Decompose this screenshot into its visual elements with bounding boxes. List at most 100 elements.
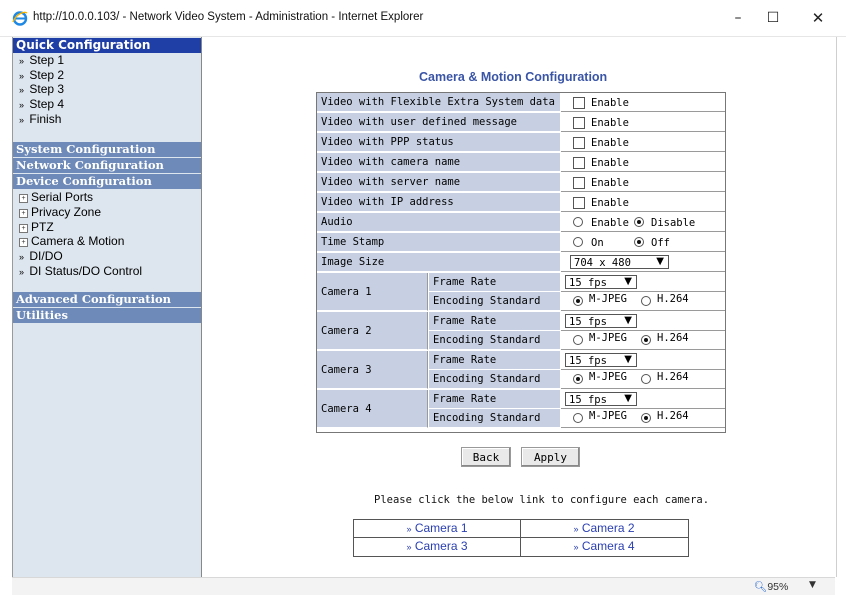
encoding-standard-label: Encoding Standard <box>429 331 560 350</box>
enable-checkbox[interactable] <box>573 157 585 169</box>
row-value: Enable <box>561 173 725 192</box>
enable-checkbox[interactable] <box>573 177 585 189</box>
select-value: 15 fps <box>569 277 607 289</box>
row-label: Video with camera name <box>317 153 560 172</box>
radio-label: H.264 <box>657 371 689 383</box>
audio-enable-radio[interactable] <box>573 217 583 227</box>
camera-4-mjpeg-radio[interactable] <box>573 413 583 423</box>
checkbox-label: Enable <box>591 157 629 169</box>
checkbox-label: Enable <box>591 137 629 149</box>
enable-checkbox[interactable] <box>573 197 585 209</box>
double-chevron-right-icon: » <box>19 115 25 125</box>
frame-rate-label: Frame Rate <box>429 390 560 409</box>
camera-4-frame-rate-select[interactable]: 15 fps ▼ <box>565 392 637 406</box>
sidebar-item-di-status-do-control[interactable]: » DI Status/DO Control <box>19 264 142 279</box>
camera-4-h264-radio[interactable] <box>641 413 651 423</box>
camera-3-mjpeg-radio[interactable] <box>573 374 583 384</box>
minimize-button[interactable]: – <box>725 6 751 30</box>
row-value: 15 fps ▼ <box>561 390 725 409</box>
select-value: 704 x 480 <box>574 257 631 269</box>
row-value: Enable <box>561 153 725 172</box>
radio-label: H.264 <box>657 410 689 422</box>
sidebar-header-device-configuration[interactable]: Device Configuration <box>13 174 201 189</box>
radio-label: Off <box>651 237 670 249</box>
radio-label: M-JPEG <box>589 332 627 344</box>
table-row: Video with Flexible Extra System data En… <box>317 93 725 112</box>
sidebar-header-advanced-configuration[interactable]: Advanced Configuration <box>13 292 201 307</box>
double-chevron-right-icon: » <box>406 524 412 534</box>
double-chevron-right-icon: » <box>573 542 579 552</box>
sidebar-item-serial-ports[interactable]: + Serial Ports <box>19 190 93 204</box>
checkbox-label: Enable <box>591 97 629 109</box>
sidebar-header-quick-configuration[interactable]: Quick Configuration <box>13 38 201 53</box>
chevron-down-icon[interactable]: ▼ <box>809 580 816 590</box>
sidebar-item-label: Camera & Motion <box>31 234 125 248</box>
table-row: Video with camera name Enable <box>317 153 725 172</box>
instruction-text: Please click the below link to configure… <box>374 494 710 506</box>
chevron-down-icon: ▼ <box>624 354 632 365</box>
camera-2-link[interactable]: » Camera 2 <box>521 520 687 537</box>
sidebar-item-privacy-zone[interactable]: + Privacy Zone <box>19 205 101 219</box>
close-button[interactable]: ✕ <box>805 6 831 30</box>
sidebar-header-network-configuration[interactable]: Network Configuration <box>13 158 201 173</box>
sidebar-item-step-4[interactable]: » Step 4 <box>19 97 64 112</box>
double-chevron-right-icon: » <box>19 100 25 110</box>
checkbox-label: Enable <box>591 177 629 189</box>
camera-4-link[interactable]: » Camera 4 <box>521 538 687 555</box>
camera-2-frame-rate-select[interactable]: 15 fps ▼ <box>565 314 637 328</box>
camera-1-h264-radio[interactable] <box>641 296 651 306</box>
back-button[interactable]: Back <box>461 447 511 467</box>
plus-box-icon: + <box>19 224 28 233</box>
camera-1-link[interactable]: » Camera 1 <box>354 520 520 537</box>
sidebar-header-system-configuration[interactable]: System Configuration <box>13 142 201 157</box>
camera-3-frame-rate-select[interactable]: 15 fps ▼ <box>565 353 637 367</box>
link-label: Camera 2 <box>581 521 635 535</box>
enable-checkbox[interactable] <box>573 137 585 149</box>
chevron-down-icon: ▼ <box>624 276 632 287</box>
camera-4-label: Camera 4 <box>317 390 428 428</box>
sidebar-header-utilities[interactable]: Utilities <box>13 308 201 323</box>
checkbox-label: Enable <box>591 197 629 209</box>
encoding-standard-label: Encoding Standard <box>429 370 560 389</box>
camera-3-h264-radio[interactable] <box>641 374 651 384</box>
enable-checkbox[interactable] <box>573 97 585 109</box>
camera-2-h264-radio[interactable] <box>641 335 651 345</box>
sidebar-item-label: DI Status/DO Control <box>29 264 143 278</box>
frame-rate-label: Frame Rate <box>429 273 560 292</box>
image-size-select[interactable]: 704 x 480 ▼ <box>570 255 669 269</box>
maximize-button[interactable]: ☐ <box>760 6 786 30</box>
sidebar-item-step-3[interactable]: » Step 3 <box>19 82 64 97</box>
chevron-down-icon: ▼ <box>624 393 632 404</box>
sidebar-item-ptz[interactable]: + PTZ <box>19 220 54 234</box>
double-chevron-right-icon: » <box>573 524 579 534</box>
sidebar-item-camera-motion[interactable]: + Camera & Motion <box>19 234 124 248</box>
timestamp-off-radio[interactable] <box>634 237 644 247</box>
enable-checkbox[interactable] <box>573 117 585 129</box>
row-label: Audio <box>317 213 560 232</box>
camera-1-frame-rate-select[interactable]: 15 fps ▼ <box>565 275 637 289</box>
row-label: Video with Flexible Extra System data <box>317 93 560 112</box>
sidebar-item-step-1[interactable]: » Step 1 <box>19 53 64 68</box>
sidebar-item-step-2[interactable]: » Step 2 <box>19 68 64 83</box>
radio-label: M-JPEG <box>589 293 627 305</box>
zoom-control[interactable]: 🔍︎95% <box>754 580 788 593</box>
camera-2-mjpeg-radio[interactable] <box>573 335 583 345</box>
sidebar-item-di-do[interactable]: » DI/DO <box>19 249 63 264</box>
camera-1-mjpeg-radio[interactable] <box>573 296 583 306</box>
double-chevron-right-icon: » <box>19 71 25 81</box>
camera-links-table: » Camera 1 » Camera 2 » Camera 3 » Camer… <box>353 519 689 557</box>
zoom-level: 95% <box>767 581 789 593</box>
camera-3-link[interactable]: » Camera 3 <box>354 538 520 555</box>
row-value: On Off <box>561 233 725 252</box>
sidebar-item-label: Step 1 <box>29 53 65 67</box>
select-value: 15 fps <box>569 355 607 367</box>
page-title: Camera & Motion Configuration <box>419 70 608 84</box>
chevron-down-icon: ▼ <box>656 256 664 267</box>
sidebar-item-finish[interactable]: » Finish <box>19 112 61 127</box>
audio-disable-radio[interactable] <box>634 217 644 227</box>
link-label: Camera 3 <box>414 539 468 553</box>
timestamp-on-radio[interactable] <box>573 237 583 247</box>
frame-rate-label: Frame Rate <box>429 312 560 331</box>
apply-button[interactable]: Apply <box>521 447 580 467</box>
row-value: 15 fps ▼ <box>561 273 725 292</box>
